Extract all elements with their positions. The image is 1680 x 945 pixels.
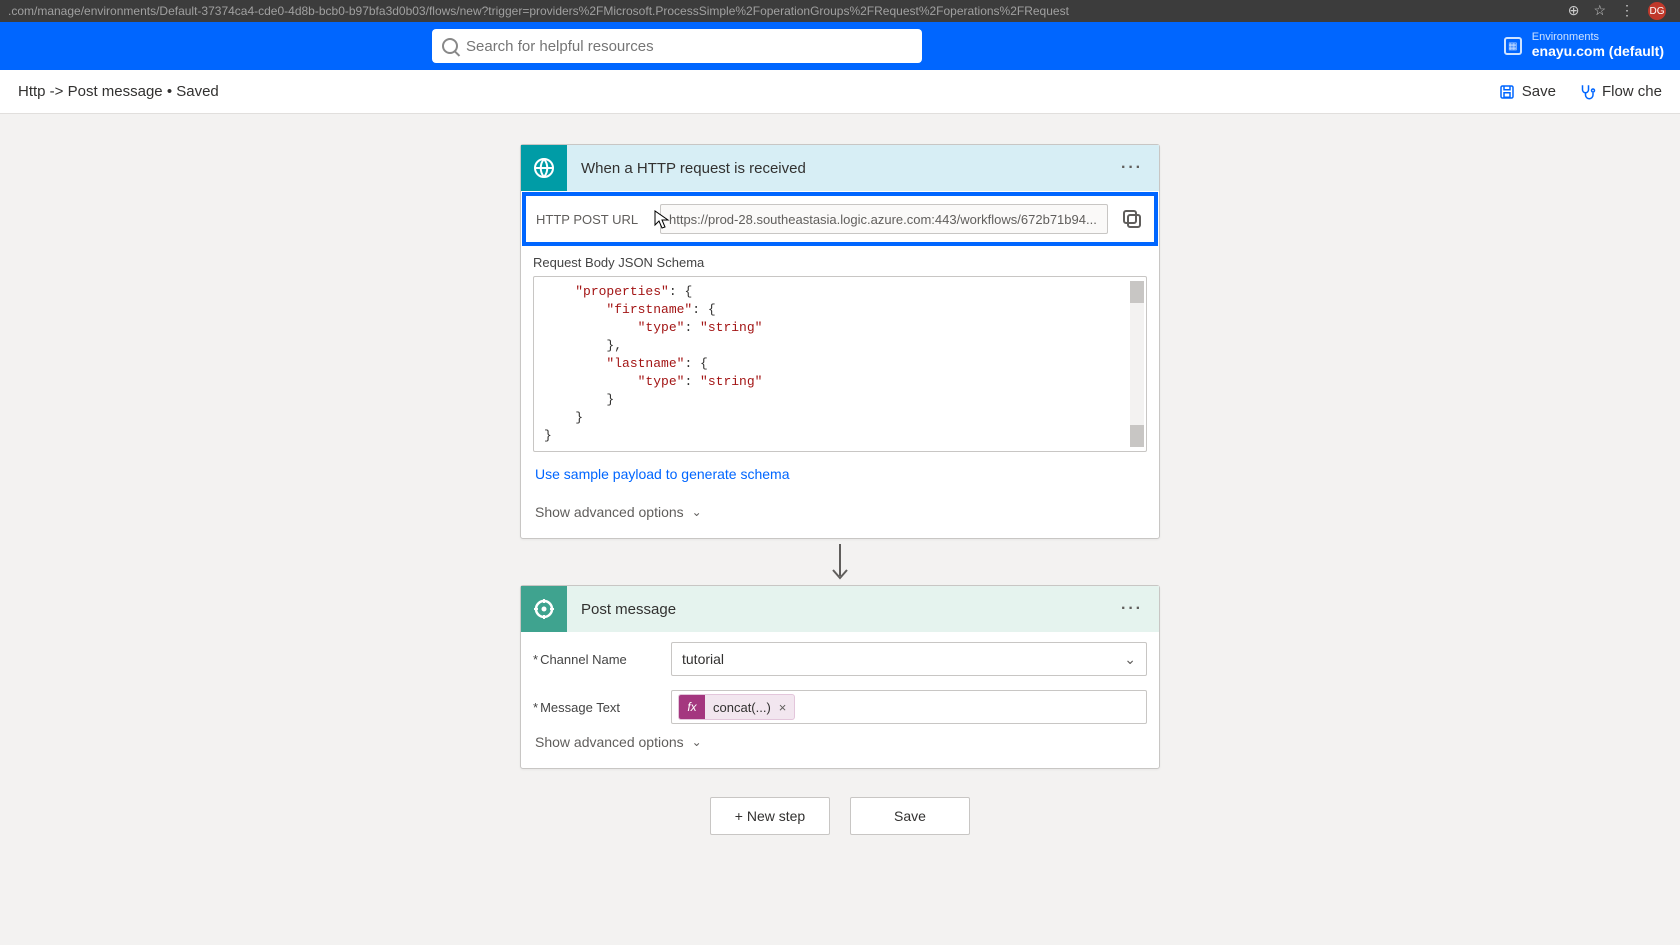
search-input[interactable] [466, 38, 912, 55]
schema-scrollbar-track [1130, 281, 1144, 447]
flow-canvas[interactable]: When a HTTP request is received ··· HTTP… [0, 114, 1680, 945]
action-title: Post message [567, 601, 1105, 618]
zoom-icon[interactable]: ⊕ [1568, 2, 1580, 20]
browser-chrome: .com/manage/environments/Default-37374ca… [0, 0, 1680, 22]
http-post-url-value[interactable]: https://prod-28.southeastasia.logic.azur… [660, 204, 1108, 234]
http-post-url-label: HTTP POST URL [536, 212, 648, 227]
expression-token-label: concat(...) [705, 700, 777, 715]
environment-name: enayu.com (default) [1532, 43, 1664, 59]
channel-name-value: tutorial [682, 651, 724, 667]
arrow-down-icon [829, 542, 851, 582]
json-schema-label: Request Body JSON Schema [521, 247, 1159, 276]
save-button-label: Save [1522, 83, 1556, 100]
json-schema-editor[interactable]: "properties": { "firstname": { "type": "… [533, 276, 1147, 452]
save-icon [1498, 83, 1516, 101]
http-trigger-icon [521, 145, 567, 191]
chrome-menu-icon[interactable]: ⋮ [1620, 2, 1634, 20]
flow-checker-label: Flow che [1602, 83, 1662, 100]
schema-scrollbar-thumb-top[interactable] [1130, 281, 1144, 303]
trigger-card-header[interactable]: When a HTTP request is received ··· [521, 145, 1159, 191]
expression-token[interactable]: fx concat(...) × [678, 694, 795, 720]
use-sample-payload-link[interactable]: Use sample payload to generate schema [535, 466, 789, 482]
trigger-title: When a HTTP request is received [567, 160, 1105, 177]
environment-icon: ▦ [1504, 37, 1522, 55]
trigger-card: When a HTTP request is received ··· HTTP… [520, 144, 1160, 539]
favorite-icon[interactable]: ☆ [1593, 2, 1606, 20]
save-button[interactable]: Save [1498, 83, 1556, 101]
chevron-down-icon: ⌄ [692, 505, 702, 519]
copy-icon [1120, 207, 1144, 231]
chevron-down-icon: ⌄ [1124, 651, 1136, 668]
remove-token-button[interactable]: × [777, 700, 795, 715]
stethoscope-icon [1578, 83, 1596, 101]
browser-chrome-actions: ⊕ ☆ ⋮ DG [1568, 2, 1672, 20]
chevron-down-icon: ⌄ [692, 735, 702, 749]
environment-text: Environments enayu.com (default) [1532, 32, 1664, 61]
action-card: Post message ··· *Channel Name tutorial … [520, 585, 1160, 769]
global-search[interactable] [432, 29, 922, 63]
breadcrumb: Http -> Post message • Saved [18, 83, 219, 100]
flow-checker-button[interactable]: Flow che [1578, 83, 1662, 101]
message-text-label: *Message Text [533, 700, 661, 715]
action-menu-button[interactable]: ··· [1105, 600, 1159, 618]
command-bar: Http -> Post message • Saved Save Flow c… [0, 70, 1680, 114]
action-card-header[interactable]: Post message ··· [521, 586, 1159, 632]
app-header: ▦ Environments enayu.com (default) [0, 22, 1680, 70]
trigger-menu-button[interactable]: ··· [1105, 159, 1159, 177]
message-text-input[interactable]: fx concat(...) × [671, 690, 1147, 724]
new-step-button[interactable]: + New step [710, 797, 830, 835]
fx-icon: fx [679, 695, 705, 719]
address-bar-url: .com/manage/environments/Default-37374ca… [8, 4, 1568, 18]
trigger-advanced-toggle[interactable]: Show advanced options [535, 504, 684, 520]
environment-picker[interactable]: ▦ Environments enayu.com (default) [1504, 32, 1668, 61]
environments-label: Environments [1532, 32, 1664, 43]
copy-url-button[interactable] [1120, 207, 1144, 231]
action-advanced-toggle[interactable]: Show advanced options [535, 734, 684, 750]
flow-connector [520, 539, 1160, 585]
teams-action-icon [521, 586, 567, 632]
schema-scrollbar-thumb-bottom[interactable] [1130, 425, 1144, 447]
channel-name-label: *Channel Name [533, 652, 661, 667]
save-flow-button[interactable]: Save [850, 797, 970, 835]
profile-avatar-icon[interactable]: DG [1648, 2, 1666, 20]
search-icon [442, 38, 458, 54]
http-post-url-row: HTTP POST URL https://prod-28.southeasta… [522, 192, 1158, 246]
channel-name-select[interactable]: tutorial ⌄ [671, 642, 1147, 676]
